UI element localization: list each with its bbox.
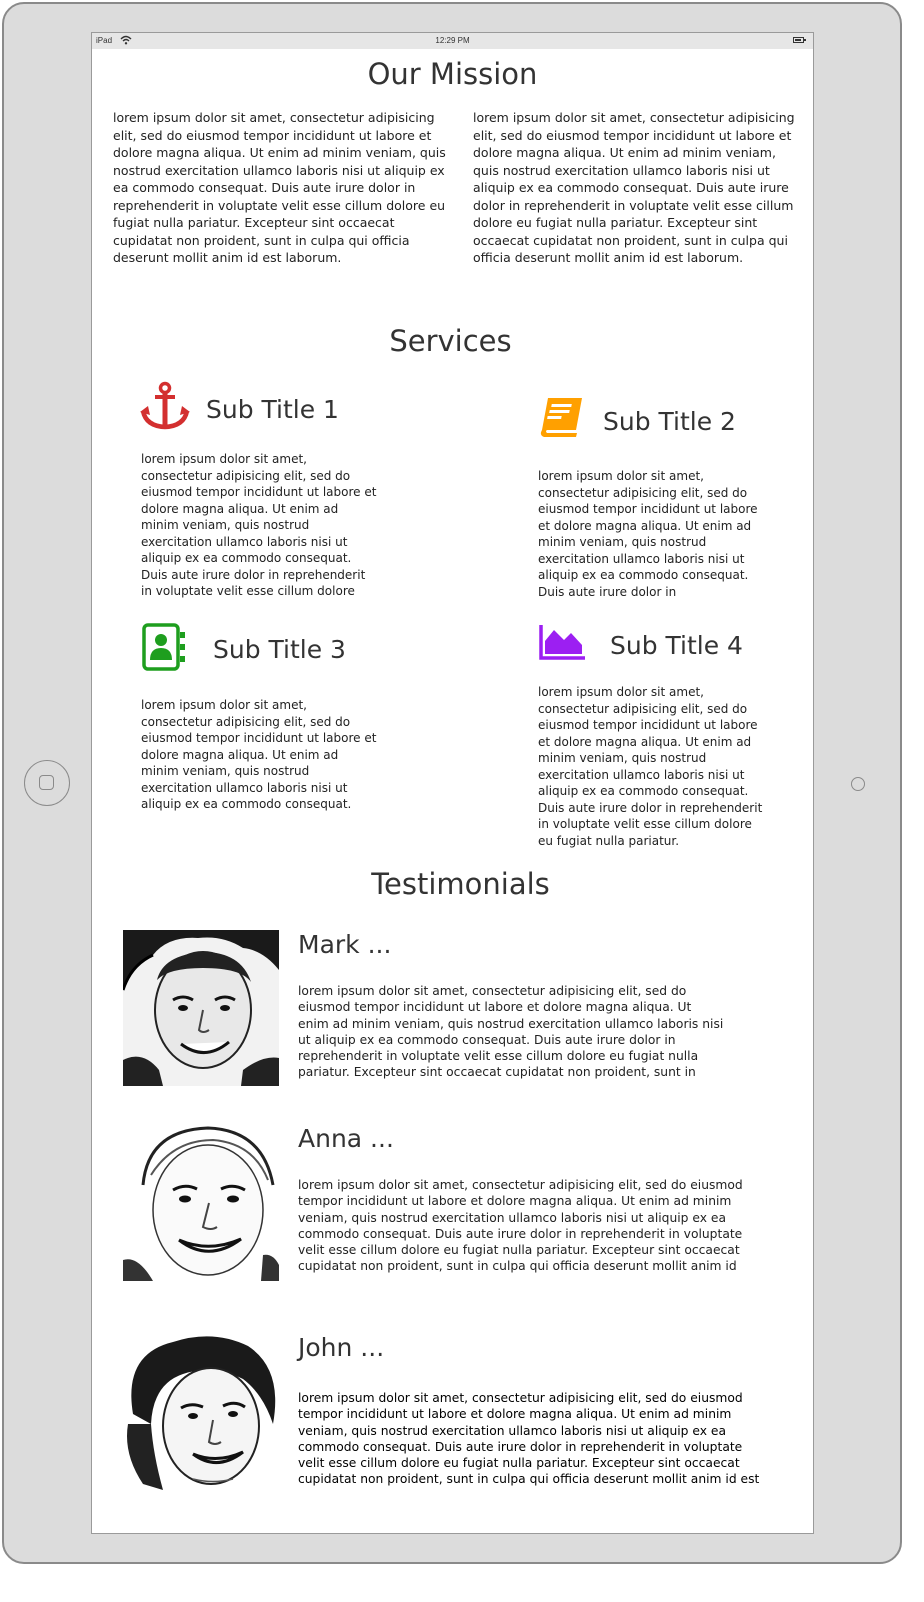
testimonial-2-name: Anna ... [298, 1124, 394, 1153]
testimonial-3-name: John ... [298, 1333, 385, 1362]
service-3-text: lorem ipsum dolor sit amet, consectetur … [141, 698, 377, 811]
service-1-text: lorem ipsum dolor sit amet, consectetur … [141, 452, 377, 598]
mission-text-right: lorem ipsum dolor sit amet, consectetur … [473, 110, 795, 265]
battery-icon [793, 37, 806, 43]
testimonial-2-portrait [123, 1125, 279, 1281]
testimonial-1-text: lorem ipsum dolor sit amet, consectetur … [298, 984, 724, 1080]
mission-text-left: lorem ipsum dolor sit amet, consectetur … [113, 110, 446, 265]
mission-title: Our Mission [367, 57, 538, 91]
testimonial-2-text: lorem ipsum dolor sit amet, consectetur … [298, 1178, 743, 1274]
status-time: 12:29 PM [435, 36, 470, 45]
service-4-title: Sub Title 4 [610, 631, 743, 660]
testimonial-1-portrait [123, 930, 279, 1086]
service-2-title: Sub Title 2 [603, 407, 736, 436]
home-button-square-icon [39, 775, 54, 790]
service-2-text: lorem ipsum dolor sit amet, consectetur … [538, 469, 758, 599]
book-icon [540, 398, 582, 437]
contact-book-icon [142, 623, 185, 671]
testimonials-title: Testimonials [371, 867, 550, 901]
testimonial-3-portrait [123, 1334, 279, 1490]
status-bar: iPad 12:29 PM [92, 33, 813, 49]
service-3-title: Sub Title 3 [213, 635, 346, 664]
area-chart-icon [539, 625, 585, 660]
anchor-icon [140, 381, 190, 430]
services-title: Services [389, 324, 512, 358]
service-4-text: lorem ipsum dolor sit amet, consectetur … [538, 685, 763, 848]
camera-icon [851, 777, 865, 791]
testimonial-1-name: Mark ... [298, 930, 392, 959]
testimonial-3-text: lorem ipsum dolor sit amet, consectetur … [298, 1391, 760, 1487]
home-button[interactable] [24, 760, 70, 806]
screen: iPad 12:29 PM Our Mission lorem ipsum do… [91, 32, 814, 1534]
service-1-title: Sub Title 1 [206, 395, 339, 424]
